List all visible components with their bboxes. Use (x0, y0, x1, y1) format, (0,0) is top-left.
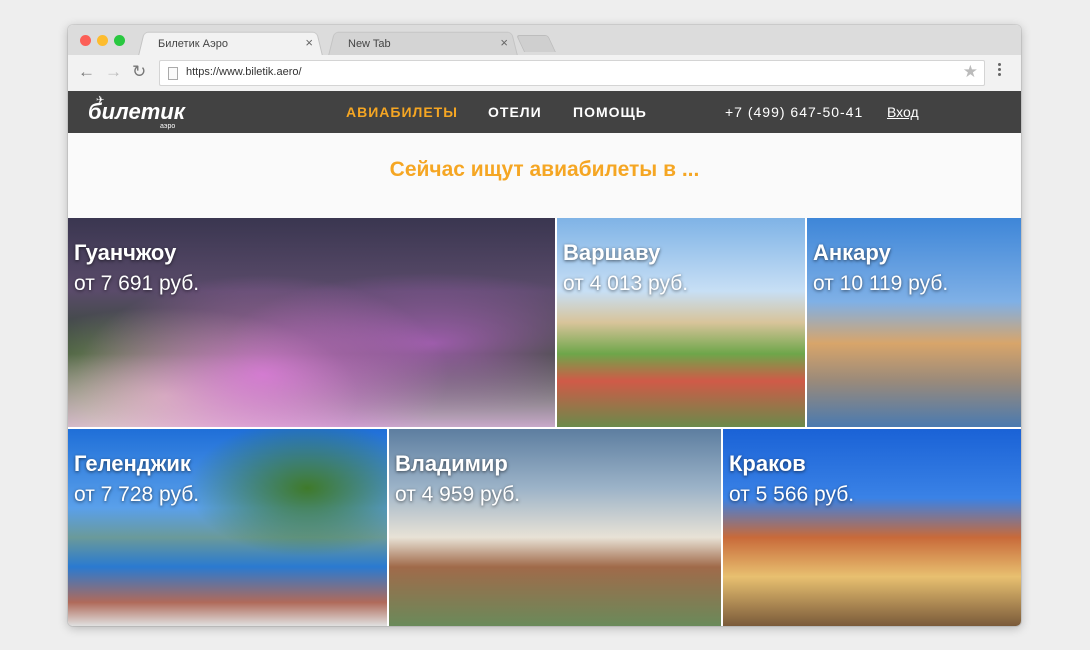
destination-city: Варшаву (563, 240, 661, 265)
tab-new-tab[interactable]: New Tab × (328, 30, 518, 56)
close-window-button[interactable] (80, 35, 91, 46)
destination-tile-warsaw[interactable]: Варшаву от 4 013 руб. (557, 218, 805, 427)
destination-city: Анкару (813, 240, 891, 265)
destination-price: от 7 728 руб. (74, 483, 200, 506)
nav-help[interactable]: ПОМОЩЬ (573, 104, 647, 120)
url-text[interactable]: https://www.biletik.aero/ (186, 66, 302, 78)
browser-window: Билетик Аэро × New Tab × ← → ↻ https://w… (68, 25, 1021, 626)
site-logo-subtitle: аэро (160, 123, 176, 130)
site-logo[interactable]: билетик (88, 99, 185, 125)
destination-city: Краков (729, 451, 806, 476)
browser-menu-icon[interactable] (998, 63, 1002, 78)
address-bar[interactable]: https://www.biletik.aero/ ★ (159, 60, 985, 86)
destination-tile-gelendzhik[interactable]: Геленджик от 7 728 руб. (68, 429, 387, 626)
destination-tile-guangzhou[interactable]: Гуанчжоу от 7 691 руб. (68, 218, 555, 427)
nav-hotels[interactable]: ОТЕЛИ (488, 104, 542, 120)
destination-tile-krakow[interactable]: Краков от 5 566 руб. (723, 429, 1021, 626)
tab-biletik[interactable]: Билетик Аэро × (138, 30, 323, 56)
back-arrow-icon[interactable]: ← (78, 62, 95, 82)
new-tab-button[interactable] (516, 35, 556, 52)
tab-title: Билетик Аэро (158, 38, 229, 50)
tab-close-icon[interactable]: × (500, 35, 508, 50)
nav-flights[interactable]: АВИАБИЛЕТЫ (346, 104, 458, 120)
maximize-window-button[interactable] (114, 35, 125, 46)
destination-price: от 4 959 руб. (395, 483, 521, 506)
browser-toolbar: ← → ↻ https://www.biletik.aero/ ★ (68, 55, 1021, 92)
destination-tile-vladimir[interactable]: Владимир от 4 959 руб. (389, 429, 721, 626)
forward-arrow-icon[interactable]: → (105, 62, 122, 82)
destination-city: Гуанчжоу (74, 240, 177, 265)
reload-icon[interactable]: ↻ (132, 62, 146, 82)
destination-price: от 10 119 руб. (813, 272, 949, 295)
destination-city: Владимир (395, 451, 508, 476)
login-link[interactable]: Вход (887, 104, 919, 120)
bookmark-star-icon[interactable]: ★ (963, 62, 978, 82)
destination-price: от 7 691 руб. (74, 272, 200, 295)
site-header: ✈ билетик аэро АВИАБИЛЕТЫ ОТЕЛИ ПОМОЩЬ +… (68, 91, 1021, 133)
tab-title: New Tab (348, 38, 391, 50)
page-icon (168, 67, 178, 80)
tab-strip: Билетик Аэро × New Tab × (68, 25, 1021, 56)
tab-close-icon[interactable]: × (305, 35, 313, 50)
destination-city: Геленджик (74, 451, 191, 476)
destination-tile-ankara[interactable]: Анкару от 10 119 руб. (807, 218, 1021, 427)
minimize-window-button[interactable] (97, 35, 108, 46)
phone-number[interactable]: +7 (499) 647-50-41 (725, 104, 863, 120)
destination-price: от 4 013 руб. (563, 272, 689, 295)
page-headline: Сейчас ищут авиабилеты в ... (68, 133, 1021, 218)
destination-price: от 5 566 руб. (729, 483, 855, 506)
